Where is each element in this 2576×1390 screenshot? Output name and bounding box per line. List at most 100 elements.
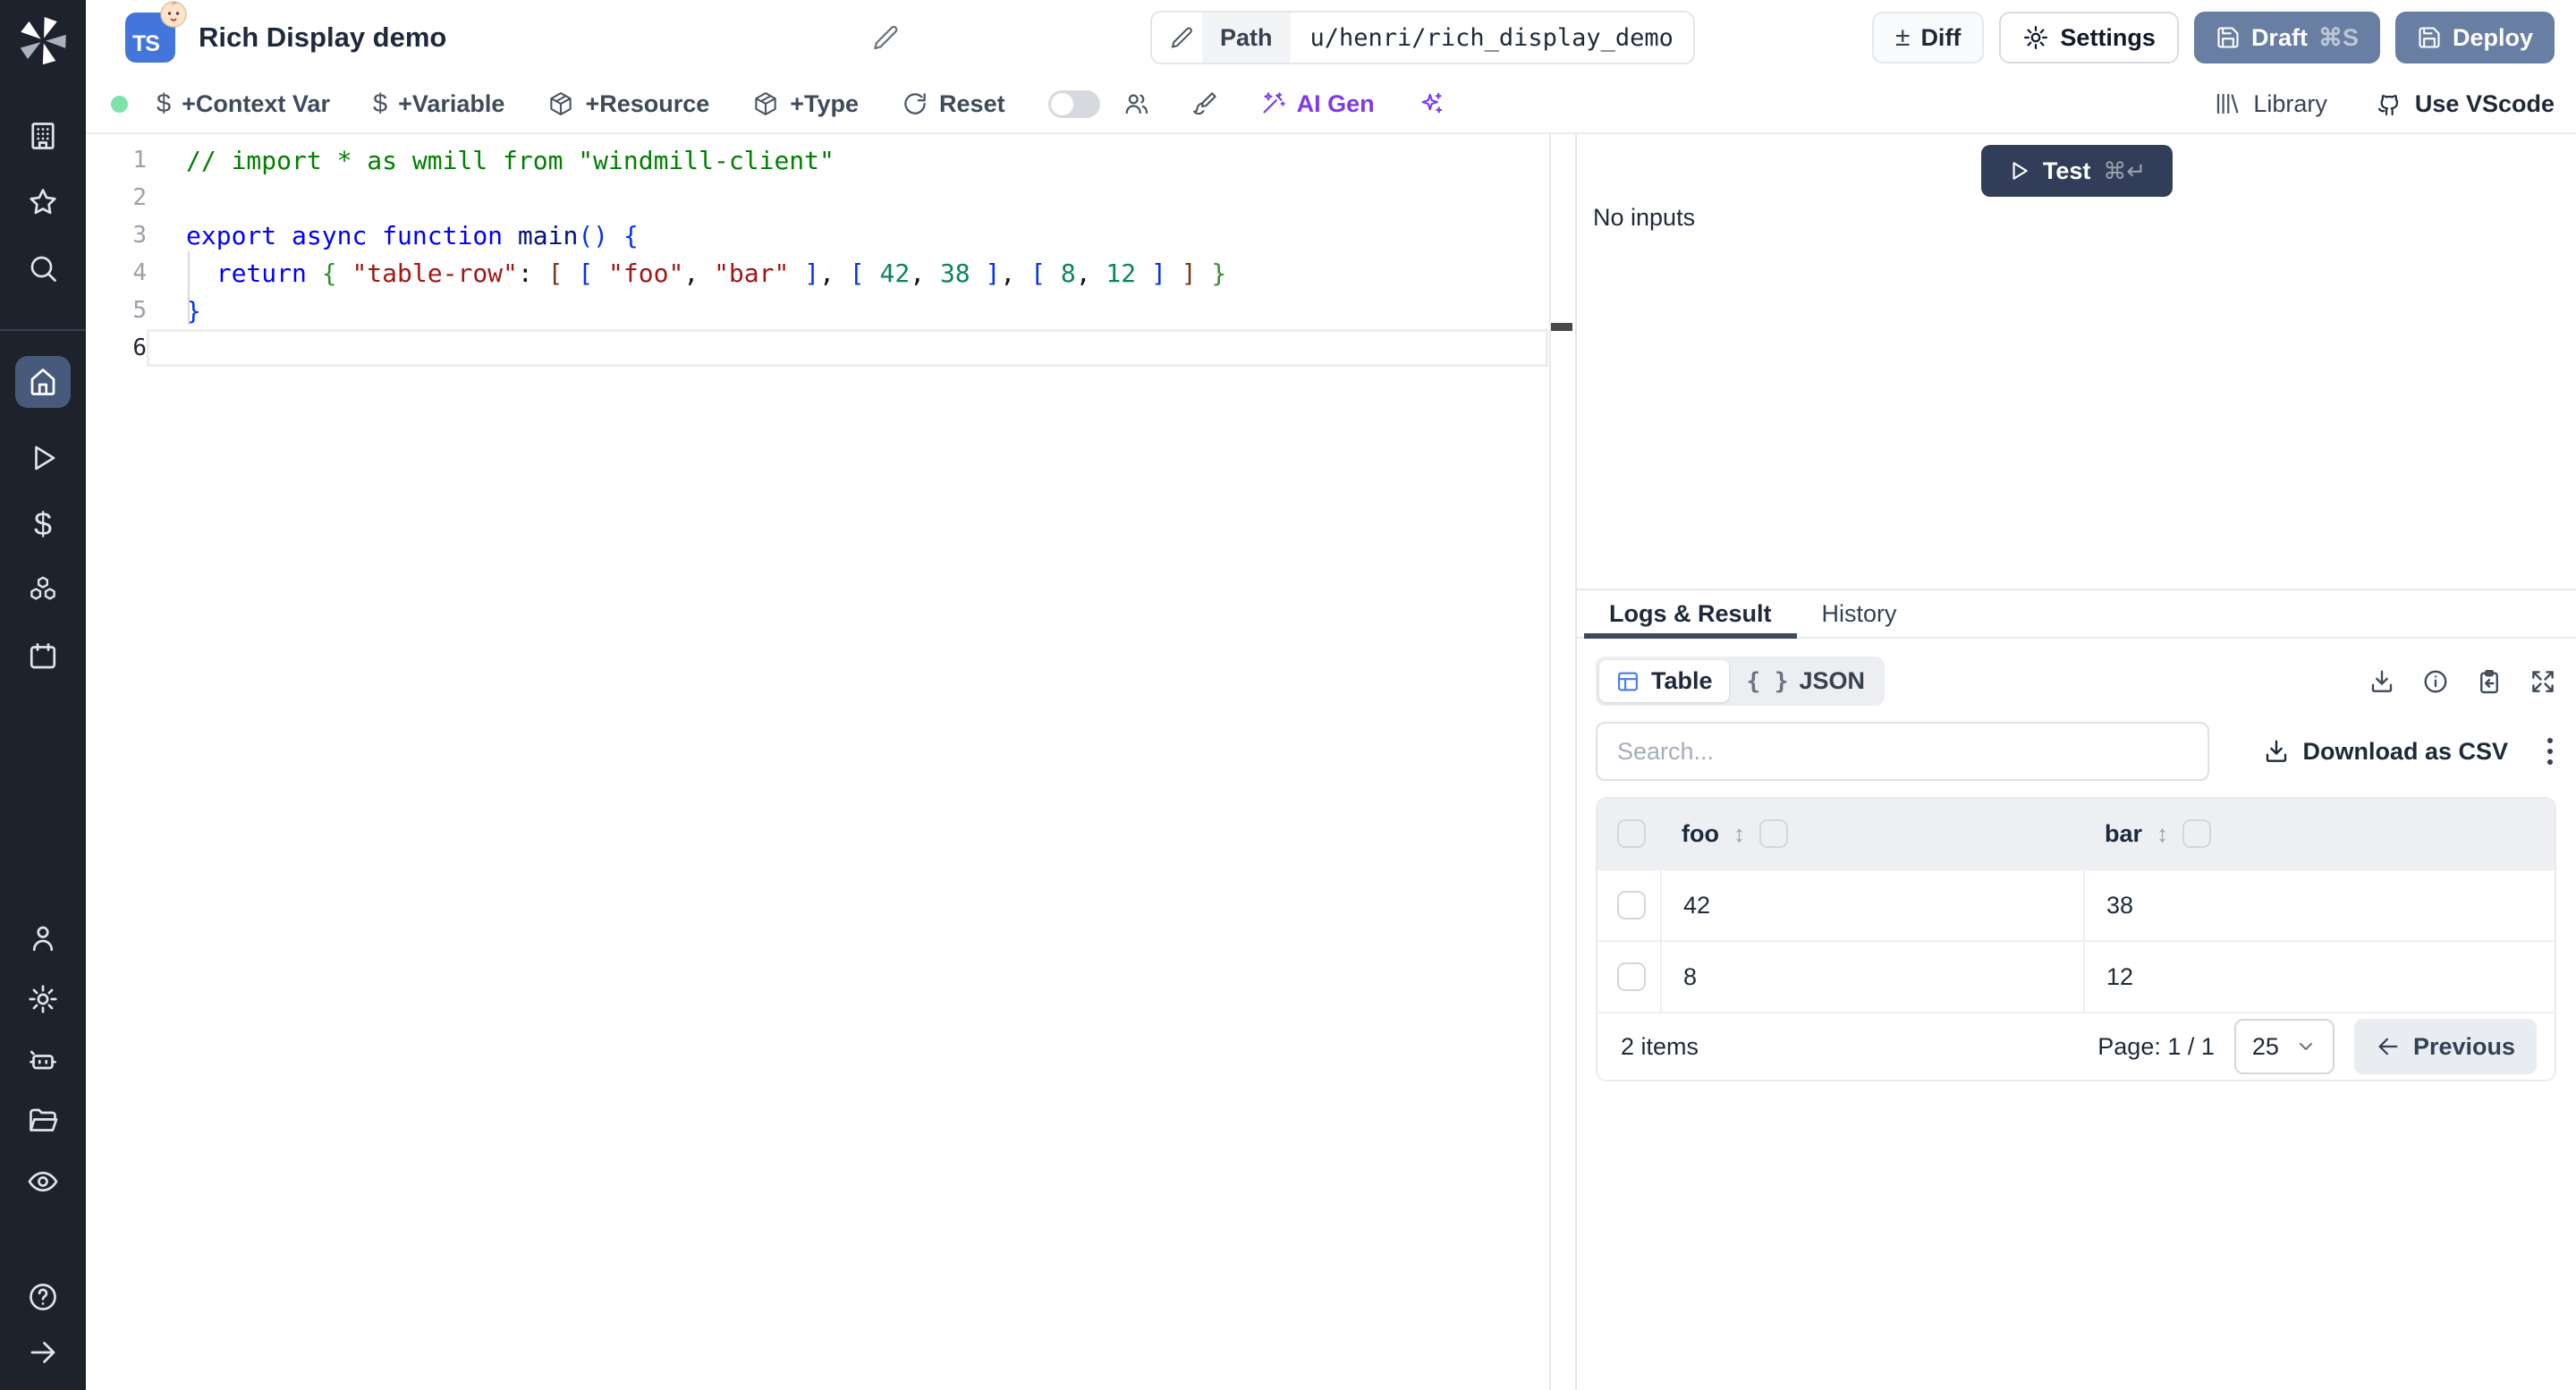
select-all-checkbox[interactable] xyxy=(1617,819,1646,848)
column-header-foo[interactable]: foo xyxy=(1682,820,1719,848)
sidebar-item-workers[interactable] xyxy=(27,1044,59,1076)
test-button[interactable]: Test ⌘↵ xyxy=(1980,145,2173,197)
download-csv-label: Download as CSV xyxy=(2302,737,2508,765)
sidebar-item-schedules[interactable] xyxy=(27,640,59,673)
page-size-select[interactable]: 25 xyxy=(2233,1019,2334,1074)
sidebar-item-variables[interactable]: $ xyxy=(34,508,52,540)
ai-sparkles-button[interactable] xyxy=(1418,90,1445,117)
use-vscode-label: Use VScode xyxy=(2414,89,2555,117)
sidebar-item-runs[interactable] xyxy=(27,442,59,474)
dollar-icon: $ xyxy=(157,89,172,118)
add-resource-button[interactable]: +Resource xyxy=(547,90,709,118)
diff-label: Diff xyxy=(1920,23,1962,51)
code-line[interactable]: 3 export async function main() { xyxy=(86,216,1575,254)
sidebar-item-audit[interactable] xyxy=(27,1165,59,1198)
result-table: foo ↕ bar ↕ 42 38 8 12 2 items Page: 1 /… xyxy=(1596,797,2556,1081)
draft-button[interactable]: Draft ⌘S xyxy=(2193,12,2380,64)
indent-guide xyxy=(188,251,190,325)
resource-label: +Resource xyxy=(585,89,710,117)
folder-icon xyxy=(30,1108,58,1131)
previous-page-button[interactable]: Previous xyxy=(2353,1019,2537,1074)
sidebar-item-resources[interactable] xyxy=(27,574,59,606)
draft-label: Draft xyxy=(2250,23,2308,51)
search-icon xyxy=(30,256,56,282)
use-vscode-button[interactable]: Use VScode xyxy=(2374,89,2555,118)
package-icon xyxy=(755,92,776,115)
download-icon[interactable] xyxy=(2368,668,2395,695)
calendar-icon xyxy=(30,643,56,669)
reset-button[interactable]: Reset xyxy=(902,90,1005,118)
arrow-left-icon xyxy=(2378,1038,2398,1055)
edit-title-button[interactable] xyxy=(872,23,901,52)
gear-icon xyxy=(2024,26,2048,49)
code-lines: 1 // import * as wmill from "windmill-cli… xyxy=(86,141,1575,367)
code-line[interactable]: 4 return { "table-row": [ [ "foo", "bar"… xyxy=(86,254,1575,292)
settings-button[interactable]: Settings xyxy=(1999,12,2179,64)
add-type-button[interactable]: +Type xyxy=(752,90,859,118)
page-indicator: Page: 1 / 1 xyxy=(2097,1032,2215,1060)
eye-icon xyxy=(28,1171,58,1192)
row-checkbox[interactable] xyxy=(1617,962,1646,991)
sidebar-expand[interactable] xyxy=(27,1336,59,1369)
sidebar-item-workspace[interactable] xyxy=(27,120,59,152)
info-icon[interactable] xyxy=(2422,668,2449,695)
sort-icon[interactable]: ↕ xyxy=(1733,820,1745,848)
diff-button[interactable]: ± Diff xyxy=(1871,12,1985,64)
clipboard-copy-icon[interactable] xyxy=(2476,668,2503,695)
tab-logs-result[interactable]: Logs & Result xyxy=(1584,590,1797,639)
path-label: Path xyxy=(1202,13,1291,63)
baby-emoji-badge xyxy=(159,0,188,29)
deploy-button[interactable]: Deploy xyxy=(2394,12,2555,64)
sidebar-item-settings[interactable] xyxy=(27,983,59,1015)
test-shortcut: ⌘↵ xyxy=(2103,157,2147,184)
sidebar-item-search[interactable] xyxy=(27,252,59,284)
download-icon xyxy=(2267,740,2287,762)
page-title: Rich Display demo xyxy=(199,21,447,53)
context-var-label: +Context Var xyxy=(182,89,330,117)
download-csv-button[interactable]: Download as CSV xyxy=(2263,738,2508,766)
dollar-icon: $ xyxy=(33,505,53,542)
table-menu-button[interactable] xyxy=(2544,734,2556,768)
code-line[interactable]: 1 // import * as wmill from "windmill-cli… xyxy=(86,141,1575,179)
code-line[interactable]: 6 xyxy=(86,329,1575,367)
path-value[interactable]: u/henri/rich_display_demo xyxy=(1291,13,1693,63)
add-variable-button[interactable]: $ +Variable xyxy=(373,89,504,119)
star-icon xyxy=(30,189,56,215)
settings-label: Settings xyxy=(2060,23,2156,51)
ai-gen-button[interactable]: AI Gen xyxy=(1259,90,1375,118)
deploy-label: Deploy xyxy=(2452,23,2533,51)
table-row: 42 38 xyxy=(1597,869,2555,940)
code-editor[interactable]: 1 // import * as wmill from "windmill-cli… xyxy=(86,134,1577,1390)
add-context-var-button[interactable]: $ +Context Var xyxy=(157,89,330,119)
building-icon xyxy=(31,123,55,149)
sidebar-item-folders[interactable] xyxy=(27,1105,59,1137)
code-line[interactable]: 5} xyxy=(86,292,1575,329)
lang-badge-label: TS xyxy=(132,31,160,56)
library-button[interactable]: Library xyxy=(2214,90,2327,118)
diff-mode-toggle[interactable] xyxy=(1047,89,1100,118)
expand-icon[interactable] xyxy=(2529,668,2556,695)
column-filter-box[interactable] xyxy=(1758,819,1788,848)
collaborators-button[interactable] xyxy=(1123,90,1150,117)
view-toggle-table[interactable]: Table xyxy=(1599,660,1729,702)
gear-icon xyxy=(29,985,57,1013)
row-checkbox[interactable] xyxy=(1617,891,1646,920)
view-toggle-json[interactable]: { } JSON xyxy=(1731,660,1882,702)
sidebar-item-user[interactable] xyxy=(27,922,59,954)
column-header-bar[interactable]: bar xyxy=(2105,820,2142,848)
sidebar-item-favorites[interactable] xyxy=(27,186,59,218)
search-input[interactable] xyxy=(1596,722,2209,781)
column-filter-box[interactable] xyxy=(2182,819,2212,848)
path-control[interactable]: Path u/henri/rich_display_demo xyxy=(1150,11,1695,64)
format-button[interactable] xyxy=(1191,90,1218,117)
windmill-logo[interactable] xyxy=(16,13,70,66)
sidebar-item-help[interactable] xyxy=(27,1281,59,1313)
tab-history[interactable]: History xyxy=(1797,590,1922,637)
table-header: foo ↕ bar ↕ xyxy=(1597,799,2555,869)
typescript-badge: TS xyxy=(125,1,187,63)
sort-icon[interactable]: ↕ xyxy=(2157,820,2168,848)
code-line[interactable]: 2 xyxy=(86,179,1575,216)
type-label: +Type xyxy=(790,89,860,117)
code-line-content: return { "table-row": [ [ "foo", "bar" ]… xyxy=(216,258,1227,288)
sidebar-item-home[interactable] xyxy=(15,356,71,408)
